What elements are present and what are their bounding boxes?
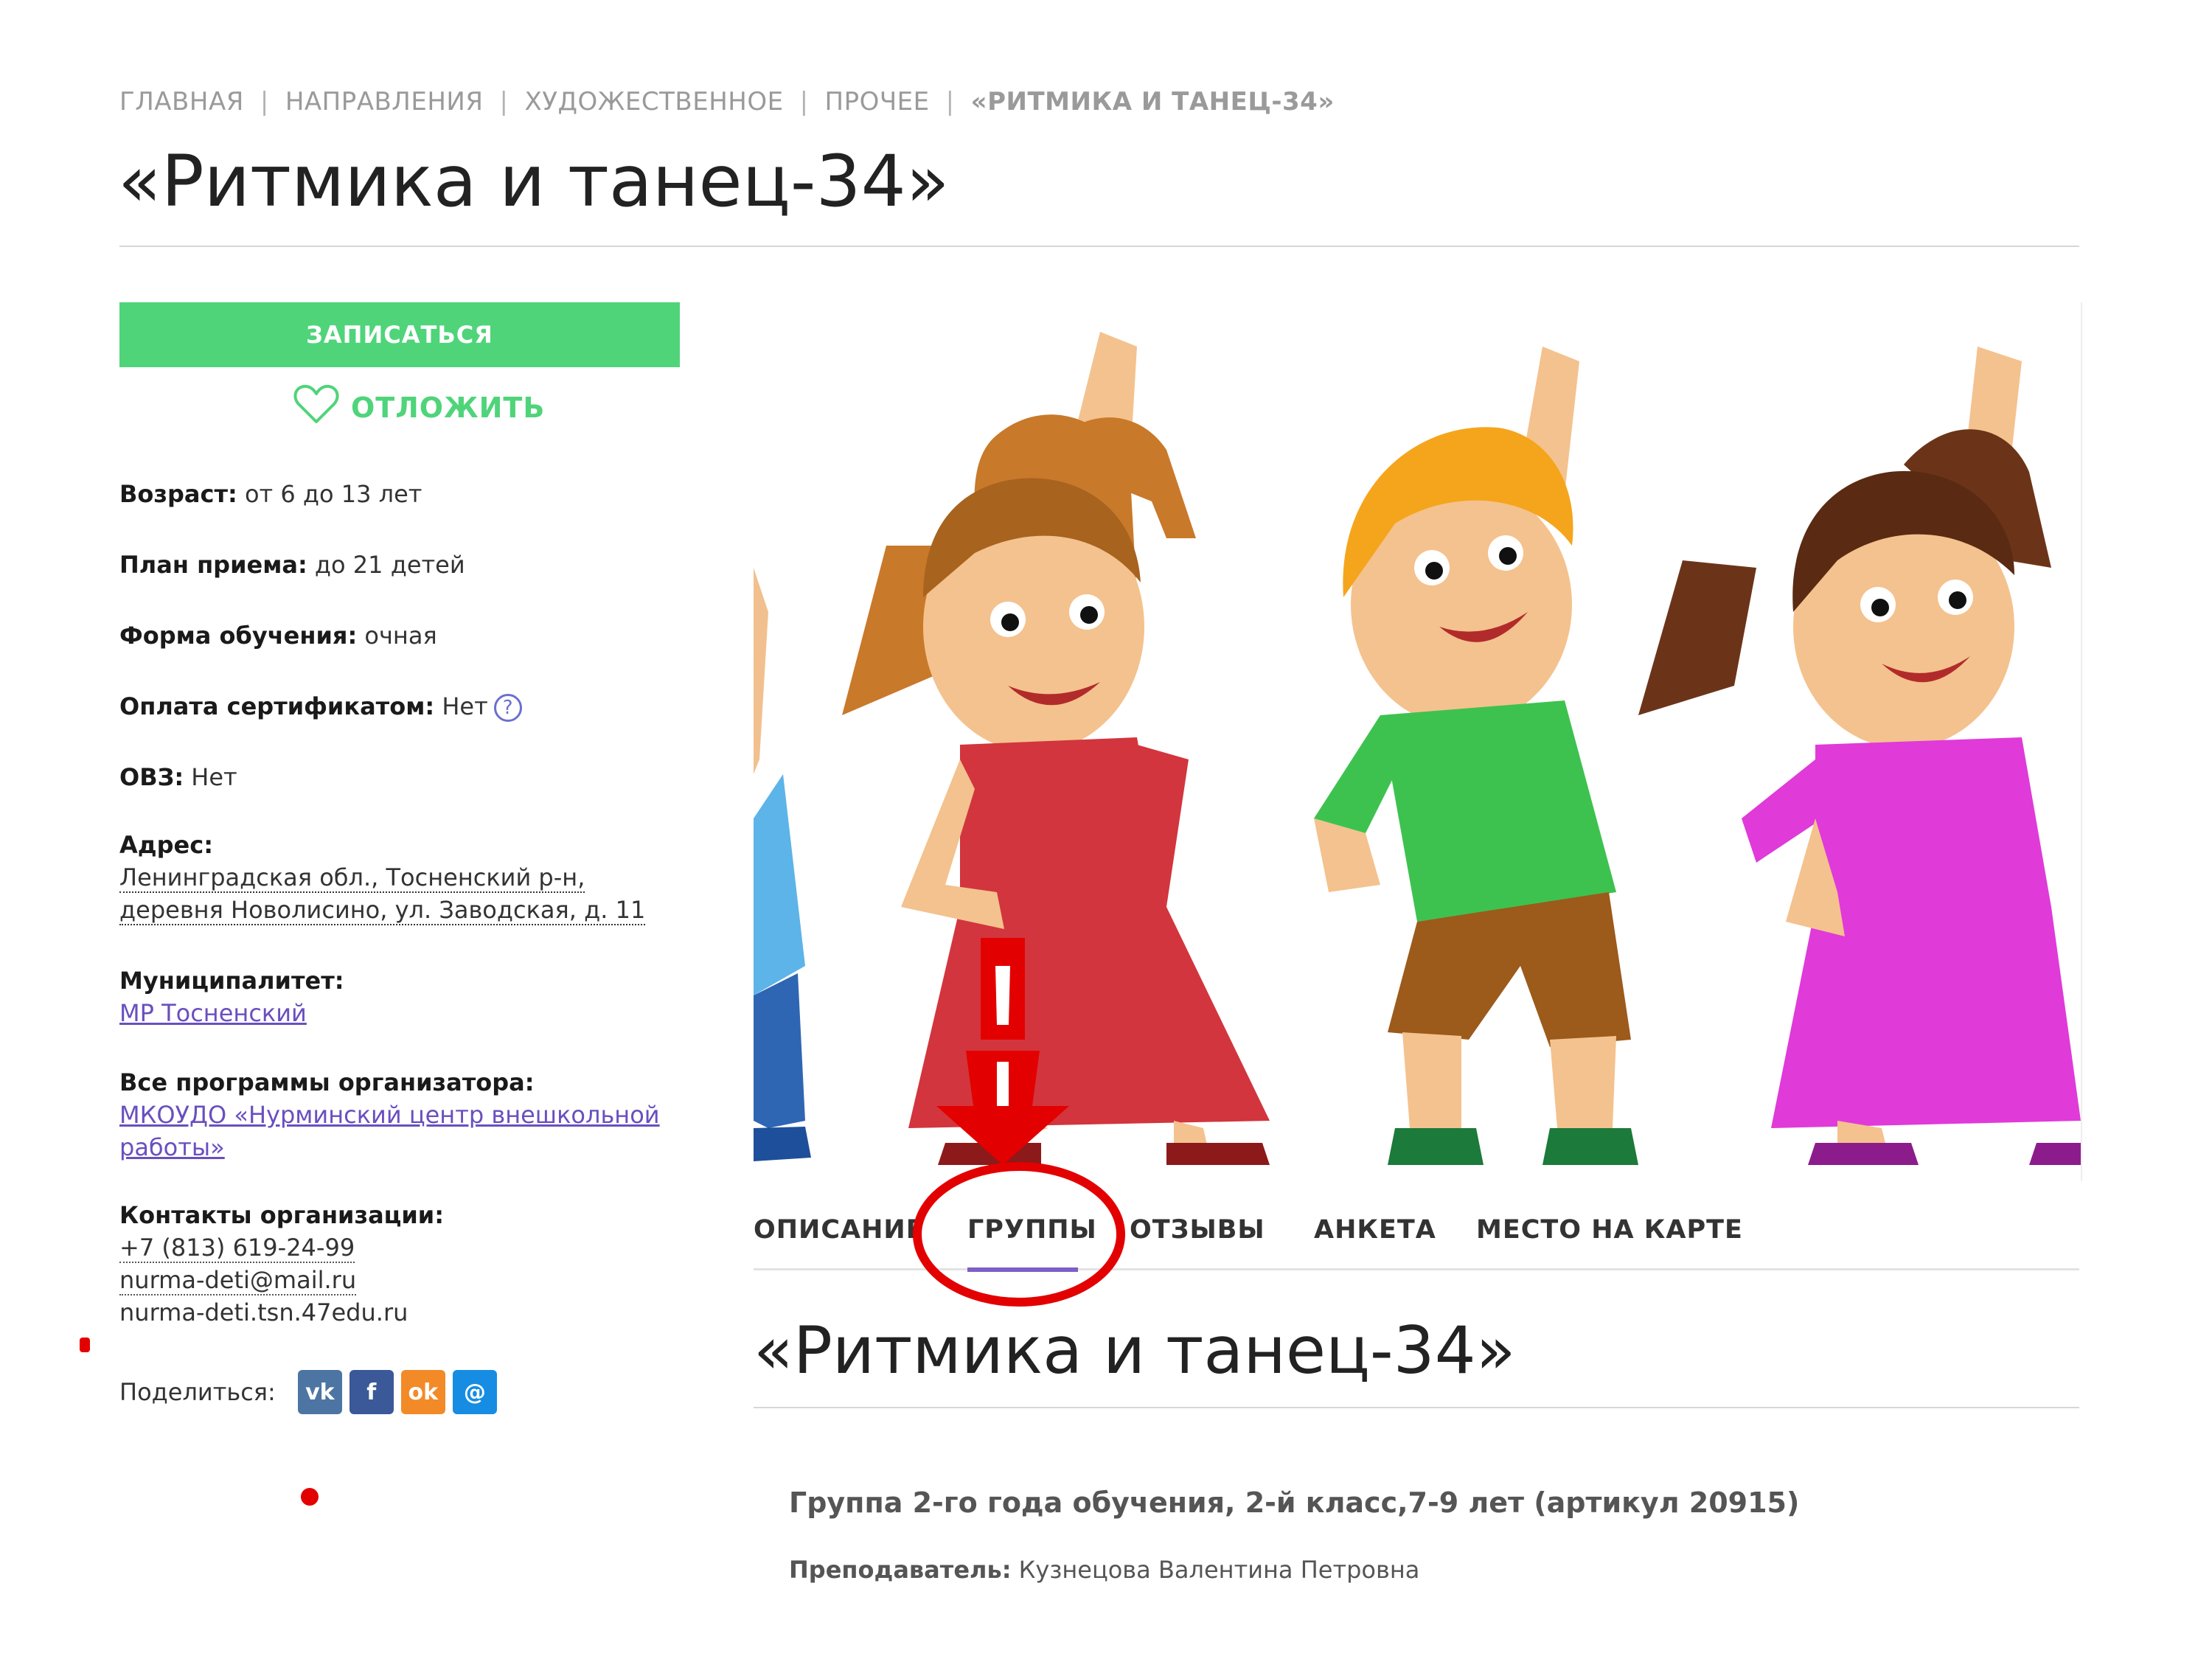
teacher-label: Преподаватель: — [789, 1556, 1012, 1584]
ovz-value: Нет — [191, 763, 237, 791]
contact-phone[interactable]: +7 (813) 619-24-99 — [119, 1234, 355, 1263]
contact-email[interactable]: nurma-deti@mail.ru — [119, 1266, 357, 1295]
odnoklassniki-share-icon[interactable]: ok — [400, 1370, 445, 1414]
page: ГЛАВНАЯ | НАПРАВЛЕНИЯ | ХУДОЖЕСТВЕННОЕ | ПРОЧЕ… — [0, 0, 2212, 1659]
payment-label: Оплата сертификатом: — [119, 692, 435, 720]
vk-share-icon[interactable]: vk — [297, 1370, 342, 1414]
breadcrumb-home[interactable]: ГЛАВНАЯ — [119, 87, 244, 116]
breadcrumb-current: «РИТМИКА И ТАНЕЦ-34» — [970, 87, 1335, 116]
red-marker-dot — [301, 1488, 319, 1506]
breadcrumb: ГЛАВНАЯ | НАПРАВЛЕНИЯ | ХУДОЖЕСТВЕННОЕ | ПРОЧЕ… — [119, 87, 1335, 116]
share-label: Поделиться: — [119, 1378, 276, 1406]
info-address: Адрес: Ленинградская обл., Тосненский р-… — [119, 829, 695, 926]
program-illustration — [754, 302, 2082, 1181]
title-divider — [119, 246, 2079, 247]
info-contacts: Контакты организации: +7 (813) 619-24-99… — [119, 1199, 695, 1329]
share-block: Поделиться: vk f ok @ — [119, 1370, 497, 1414]
address-label: Адрес: — [119, 831, 213, 859]
address-line-1[interactable]: Ленинградская обл., Тосненский р-н, — [119, 863, 585, 893]
facebook-share-icon[interactable]: f — [349, 1370, 394, 1414]
breadcrumb-separator: | — [260, 87, 269, 116]
contacts-label: Контакты организации: — [119, 1201, 445, 1229]
info-plan: План приема: до 21 детей — [119, 549, 695, 581]
municipality-label: Муниципалитет: — [119, 967, 344, 995]
info-municipality: Муниципалитет: МР Тосненский — [119, 964, 695, 1029]
girl-red-dress — [842, 332, 1270, 1165]
age-label: Возраст: — [119, 480, 237, 508]
breadcrumb-separator: | — [799, 87, 809, 116]
defer-button[interactable]: ОТЛОЖИТЬ — [293, 383, 545, 431]
plan-label: План приема: — [119, 551, 307, 579]
red-marker-dot — [80, 1338, 90, 1352]
info-programs: Все программы организатора: МКОУДО «Нурм… — [119, 1066, 695, 1164]
active-tab-indicator — [967, 1267, 1078, 1272]
info-form: Форма обучения: очная — [119, 619, 695, 652]
breadcrumb-other[interactable]: ПРОЧЕЕ — [825, 87, 930, 116]
contact-site[interactable]: nurma-deti.tsn.47edu.ru — [119, 1298, 408, 1326]
organizer-programs-link-cont[interactable]: работы» — [119, 1133, 225, 1161]
section-divider — [754, 1407, 2079, 1408]
municipality-link[interactable]: МР Тосненский — [119, 999, 307, 1027]
plan-value: до 21 детей — [314, 551, 465, 579]
girl-pink-dress — [1638, 347, 2081, 1165]
breadcrumb-directions[interactable]: НАПРАВЛЕНИЯ — [285, 87, 484, 116]
programs-label: Все программы организатора: — [119, 1068, 535, 1096]
info-ovz: ОВЗ: Нет — [119, 761, 695, 793]
breadcrumb-art[interactable]: ХУДОЖЕСТВЕННОЕ — [524, 87, 783, 116]
page-title: «Ритмика и танец-34» — [118, 140, 950, 223]
ovz-label: ОВЗ: — [119, 763, 184, 791]
teacher-name: Кузнецова Валентина Петровна — [1018, 1556, 1420, 1584]
program-tabs: ОПИСАНИЕ ГРУППЫ ОТЗЫВЫ АНКЕТА МЕСТО НА К… — [754, 1209, 2079, 1270]
tab-groups[interactable]: ГРУППЫ — [967, 1215, 1097, 1245]
info-age: Возраст: от 6 до 13 лет — [119, 478, 695, 510]
moimir-share-icon[interactable]: @ — [452, 1370, 497, 1414]
tab-reviews[interactable]: ОТЗЫВЫ — [1130, 1215, 1265, 1245]
tab-map[interactable]: МЕСТО НА КАРТЕ — [1476, 1215, 1743, 1245]
enroll-button[interactable]: ЗАПИСАТЬСЯ — [119, 302, 680, 367]
dancing-children-image — [754, 332, 2081, 1165]
section-title: «Ритмика и танец-34» — [754, 1312, 1516, 1388]
breadcrumb-separator: | — [945, 87, 955, 116]
group-title[interactable]: Группа 2-го года обучения, 2-й класс,7-9… — [789, 1486, 1799, 1519]
payment-value: Нет — [442, 692, 488, 720]
organizer-programs-link[interactable]: МКОУДО «Нурминский центр внешкольной — [119, 1101, 660, 1129]
tab-questionnaire[interactable]: АНКЕТА — [1314, 1215, 1436, 1245]
defer-label: ОТЛОЖИТЬ — [351, 391, 546, 424]
boy-green-shirt — [1314, 347, 1638, 1165]
breadcrumb-separator: | — [499, 87, 509, 116]
tab-description[interactable]: ОПИСАНИЕ — [754, 1215, 925, 1245]
heart-outline-icon — [293, 383, 339, 431]
age-value: от 6 до 13 лет — [244, 480, 422, 508]
address-line-2[interactable]: деревня Новолисино, ул. Заводская, д. 11 — [119, 896, 646, 925]
form-value: очная — [364, 622, 437, 650]
form-label: Форма обучения: — [119, 622, 358, 650]
question-circle-icon[interactable]: ? — [493, 694, 522, 722]
info-payment: Оплата сертификатом: Нет? — [119, 690, 695, 723]
group-teacher: Преподаватель: Кузнецова Валентина Петро… — [789, 1556, 1419, 1584]
